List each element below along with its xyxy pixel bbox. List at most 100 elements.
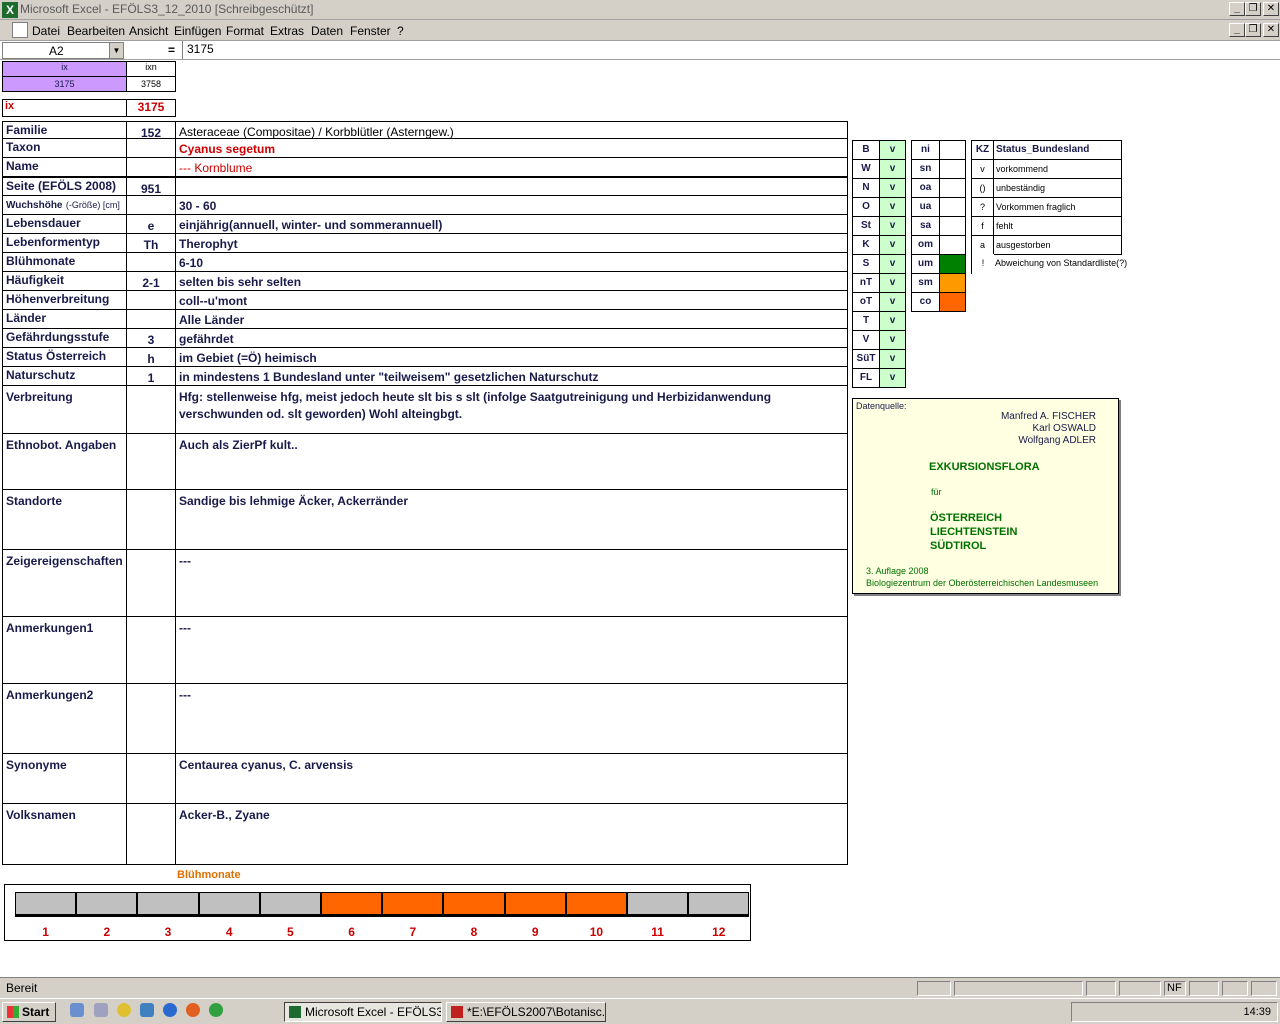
menu-datei[interactable]: Datei [32,24,60,38]
state-status[interactable]: v [879,216,906,236]
row-label[interactable]: Häufigkeit [2,271,127,291]
legend-code[interactable]: () [971,178,994,198]
big-row-label[interactable]: Ethnobot. Angaben [2,433,127,490]
altitude-color[interactable] [939,140,966,160]
row-code[interactable]: 951 [126,177,176,196]
firefox-icon[interactable] [186,1003,200,1017]
altitude-code[interactable]: ua [911,197,940,217]
legend-code[interactable]: a [971,235,994,255]
big-row-code[interactable] [126,803,176,865]
explorer-icon[interactable] [94,1003,108,1017]
altitude-color[interactable] [939,178,966,198]
legend-text[interactable]: unbeständig [993,178,1122,198]
row-code[interactable] [126,138,176,158]
state-status[interactable]: v [879,273,906,293]
big-row-value[interactable]: Auch als ZierPf kult.. [175,433,848,490]
row-value[interactable]: Alle Länder [175,309,848,329]
ix-value[interactable]: 3175 [2,76,127,92]
row-code[interactable]: 2-1 [126,271,176,291]
state-status[interactable]: v [879,330,906,350]
big-row-value[interactable]: Sandige bis lehmige Äcker, Ackerränder [175,489,848,550]
task-editor[interactable]: *E:\EFÖLS2007\Botanisc... [446,1002,606,1022]
wb-restore-button[interactable]: ❐ [1245,23,1261,37]
row-code[interactable]: e [126,214,176,234]
row-value[interactable]: coll--u'mont [175,290,848,310]
altitude-color[interactable] [939,159,966,179]
altitude-code[interactable]: ni [911,140,940,160]
row-code[interactable]: 3 [126,328,176,348]
altitude-code[interactable]: sa [911,216,940,236]
row-value[interactable]: in mindestens 1 Bundesland unter "teilwe… [175,366,848,386]
row-label[interactable]: Status Österreich [2,347,127,367]
wb-minimize-button[interactable]: _ [1229,23,1245,37]
state-code[interactable]: nT [852,273,880,293]
altitude-code[interactable]: om [911,235,940,255]
altitude-code[interactable]: sm [911,273,940,293]
menu-daten[interactable]: Daten [311,24,343,38]
big-row-value[interactable]: Hfg: stellenweise hfg, meist jedoch heut… [175,385,848,434]
altitude-color[interactable] [939,292,966,312]
altitude-code[interactable]: oa [911,178,940,198]
row-label[interactable]: Seite (EFÖLS 2008) [2,177,127,196]
legend-title[interactable]: Status_Bundesland [993,140,1122,160]
big-row-value[interactable]: Centaurea cyanus, C. arvensis [175,753,848,804]
big-row-code[interactable] [126,683,176,754]
state-status[interactable]: v [879,292,906,312]
altitude-color[interactable] [939,273,966,293]
state-code[interactable]: O [852,197,880,217]
state-code[interactable]: W [852,159,880,179]
state-status[interactable]: v [879,368,906,388]
row-value[interactable]: 30 - 60 [175,195,848,215]
row-label[interactable]: Gefährdungsstufe [2,328,127,348]
state-code[interactable]: T [852,311,880,331]
row-value[interactable]: selten bis sehr selten [175,271,848,291]
row-value[interactable]: einjährig(annuell, winter- und sommerann… [175,214,848,234]
legend-text[interactable]: ausgestorben [993,235,1122,255]
state-code[interactable]: St [852,216,880,236]
altitude-color[interactable] [939,254,966,274]
altitude-code[interactable]: sn [911,159,940,179]
state-status[interactable]: v [879,140,906,160]
formula-input[interactable]: 3175 [182,41,1278,59]
state-status[interactable]: v [879,159,906,179]
row-code[interactable]: Th [126,233,176,253]
altitude-color[interactable] [939,216,966,236]
row-value[interactable]: gefährdet [175,328,848,348]
state-status[interactable]: v [879,254,906,274]
big-row-label[interactable]: Volksnamen [2,803,127,865]
source-box[interactable]: Datenquelle: Manfred A. FISCHER Karl OSW… [852,398,1119,594]
state-status[interactable]: v [879,311,906,331]
row-value[interactable]: --- Kornblume [175,157,848,177]
worksheet[interactable]: ix ixn 3175 3758 ix 3175 Familie 152 Aster… [0,60,1280,977]
menu-bearbeiten[interactable]: Bearbeiten [67,24,125,38]
row-value[interactable] [175,177,848,196]
ix-header[interactable]: ix [2,61,127,77]
state-code[interactable]: SüT [852,349,880,369]
legend-code[interactable]: v [971,159,994,179]
state-code[interactable]: FL [852,368,880,388]
row-code[interactable]: h [126,347,176,367]
ix-row-value[interactable]: 3175 [126,99,176,117]
row-label[interactable]: Länder [2,309,127,329]
legend-code[interactable]: ! [971,254,994,274]
task-excel[interactable]: Microsoft Excel - EFÖLS3... [284,1002,442,1022]
row-code[interactable] [126,290,176,310]
state-code[interactable]: oT [852,292,880,312]
ixn-value[interactable]: 3758 [126,76,176,92]
state-status[interactable]: v [879,349,906,369]
menu-einfuegen[interactable]: Einfügen [174,24,221,38]
legend-code[interactable]: f [971,216,994,236]
state-code[interactable]: N [852,178,880,198]
state-status[interactable]: v [879,178,906,198]
media-icon[interactable] [117,1003,131,1017]
row-code[interactable]: 1 [126,366,176,386]
wb-close-button[interactable]: ✕ [1263,23,1279,37]
menu-help[interactable]: ? [397,24,404,38]
big-row-label[interactable]: Anmerkungen2 [2,683,127,754]
row-label[interactable]: Höhenverbreitung [2,290,127,310]
big-row-code[interactable] [126,616,176,684]
row-code[interactable]: 152 [126,121,176,139]
ixn-header[interactable]: ixn [126,61,176,77]
clock[interactable]: 14:39 [1243,1006,1271,1018]
state-status[interactable]: v [879,235,906,255]
